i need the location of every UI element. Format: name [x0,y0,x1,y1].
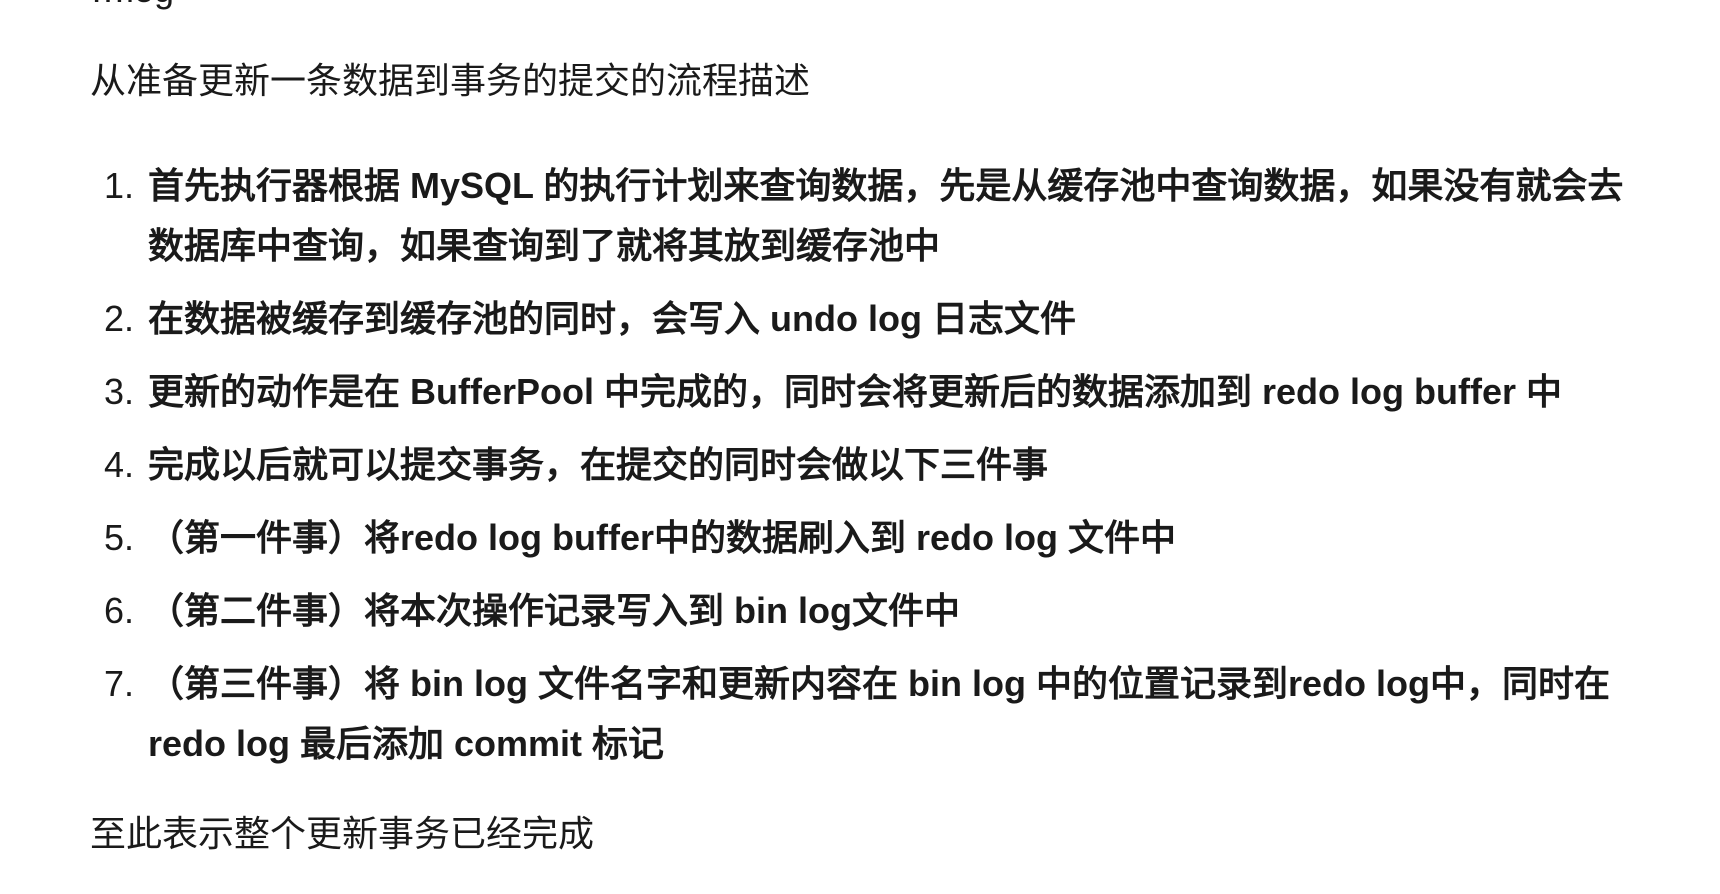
list-item-text: 更新的动作是在 BufferPool 中完成的，同时会将更新后的数据添加到 re… [148,371,1562,412]
list-number: 1. [103,165,134,206]
document-body: …log 从准备更新一条数据到事务的提交的流程描述 1. 首先执行器根据 MyS… [90,0,1670,864]
list-item: 5. （第一件事）将redo log buffer中的数据刷入到 redo lo… [90,508,1670,568]
list-number: 6. [103,590,134,631]
list-item: 7. （第三件事）将 bin log 文件名字和更新内容在 bin log 中的… [90,654,1670,774]
list-item-text: （第一件事）将redo log buffer中的数据刷入到 redo log 文… [148,517,1176,558]
list-item: 3. 更新的动作是在 BufferPool 中完成的，同时会将更新后的数据添加到… [90,362,1670,422]
intro-paragraph: 从准备更新一条数据到事务的提交的流程描述 [90,60,811,101]
list-item-text: 完成以后就可以提交事务，在提交的同时会做以下三件事 [148,444,1049,485]
list-item-text: 首先执行器根据 MySQL 的执行计划来查询数据，先是从缓存池中查询数据，如果没… [148,165,1624,266]
list-item: 1. 首先执行器根据 MySQL 的执行计划来查询数据，先是从缓存池中查询数据，… [90,156,1670,276]
list-item: 4. 完成以后就可以提交事务，在提交的同时会做以下三件事 [90,435,1670,495]
list-item-text: （第二件事）将本次操作记录写入到 bin log文件中 [148,590,960,631]
list-number: 3. [103,371,134,412]
list-number: 5. [103,517,134,558]
list-number: 4. [103,444,134,485]
clipped-text: …log [90,0,174,20]
list-number: 7. [103,663,134,704]
list-number: 2. [103,298,134,339]
list-item-text: 在数据被缓存到缓存池的同时，会写入 undo log 日志文件 [148,298,1076,339]
list-item: 2. 在数据被缓存到缓存池的同时，会写入 undo log 日志文件 [90,289,1670,349]
clipped-previous-line: …log [90,0,1670,22]
list-item: 6. （第二件事）将本次操作记录写入到 bin log文件中 [90,581,1670,641]
steps-list: 1. 首先执行器根据 MySQL 的执行计划来查询数据，先是从缓存池中查询数据，… [90,156,1670,774]
list-item-text: （第三件事）将 bin log 文件名字和更新内容在 bin log 中的位置记… [148,663,1610,764]
outro-paragraph: 至此表示整个更新事务已经完成 [90,813,595,854]
